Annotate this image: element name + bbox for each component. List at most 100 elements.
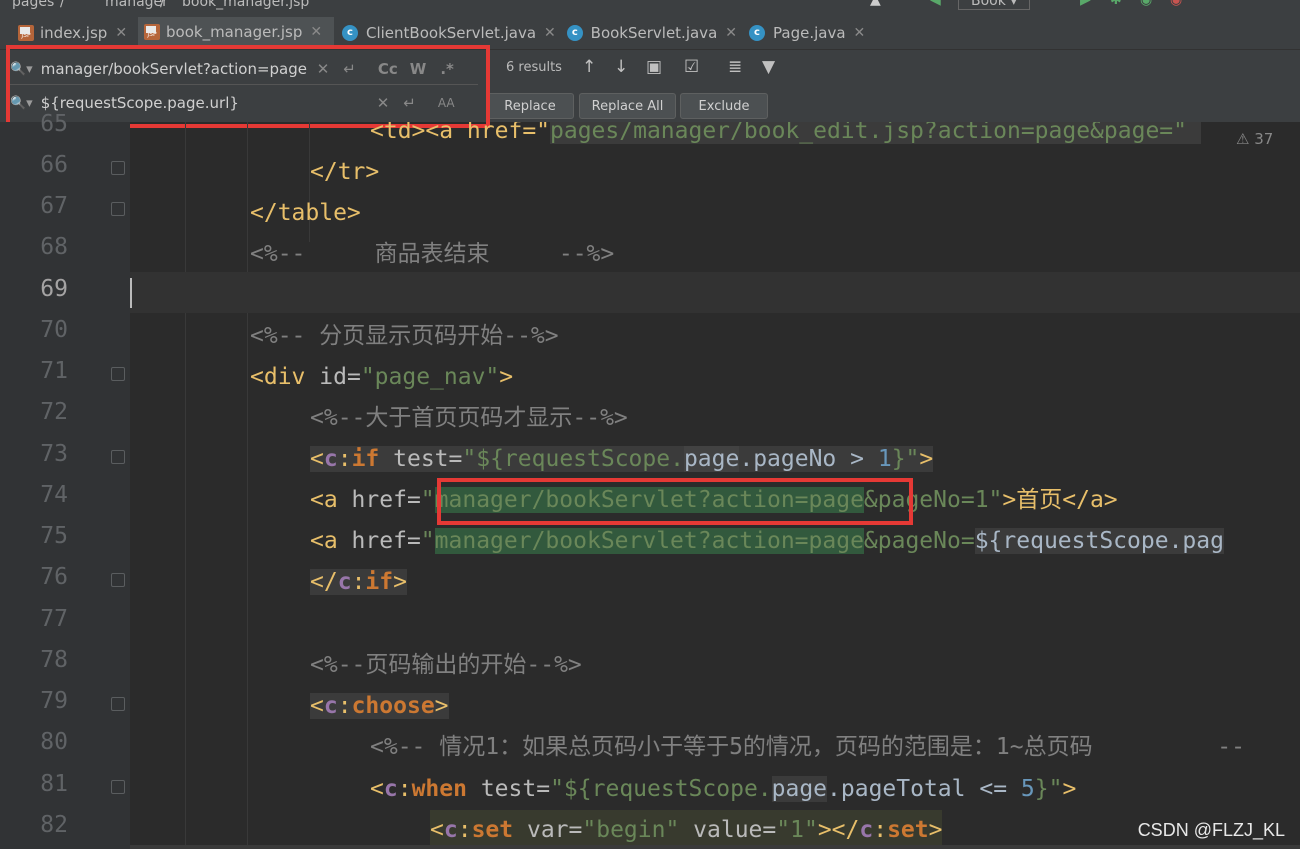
code-token: "${requestScope. (550, 776, 772, 802)
code-token: page (683, 446, 740, 472)
code-line-72: <%--大于首页页码才显示--%> (310, 405, 628, 431)
run-icon[interactable]: ▶ (1080, 0, 1091, 8)
breadcrumb-item[interactable]: manager (105, 0, 168, 10)
code-line-67: </table> (250, 200, 361, 226)
tab-label: ClientBookServlet.java (366, 24, 537, 42)
code-token: pag (1182, 528, 1224, 554)
line-number: 65 (40, 111, 68, 137)
code-token: c (337, 569, 352, 595)
code-token: c (323, 446, 338, 472)
fold-marker-icon[interactable] (111, 780, 125, 794)
code-token: = (406, 528, 421, 554)
code-line-76: </c:if> (310, 562, 407, 603)
replace-button[interactable]: Replace (486, 93, 574, 119)
code-token: </ (310, 569, 338, 595)
code-token: > (393, 569, 407, 595)
breadcrumb-sep: / (160, 0, 165, 10)
line-number: 74 (40, 482, 68, 508)
match-highlight-box (437, 478, 913, 525)
fold-marker-icon[interactable] (111, 450, 125, 464)
line-number: 73 (40, 441, 68, 467)
code-token: }" (891, 446, 920, 472)
fold-marker-icon[interactable] (111, 697, 125, 711)
line-number: 68 (40, 234, 68, 260)
previous-occurrence-icon[interactable]: ↑ (582, 57, 596, 77)
line-number: 78 (40, 647, 68, 673)
close-icon[interactable]: ✕ (854, 25, 866, 41)
code-token: href (351, 528, 407, 554)
in-selection-icon[interactable]: ≣ (728, 57, 742, 77)
select-all-occurrences-icon[interactable]: ▣ (646, 57, 662, 77)
code-line-79: <c:choose> (310, 686, 449, 727)
line-number: 66 (40, 152, 68, 178)
search-match-highlight: manager/bookServlet?action=page (434, 528, 864, 554)
close-icon[interactable]: ✕ (725, 25, 737, 41)
code-token: test (379, 446, 449, 472)
breadcrumb: pages / manager / book_manager.jsp ▲ ◀ B… (0, 0, 1300, 17)
close-icon[interactable]: ✕ (115, 25, 127, 41)
code-token: "begin" (582, 817, 680, 843)
breadcrumb-item[interactable]: book_manager.jsp (182, 0, 309, 10)
next-occurrence-icon[interactable]: ↓ (614, 57, 628, 77)
back-arrow-icon[interactable]: ◀ (930, 0, 941, 8)
code-token: = (568, 817, 583, 843)
filter-search-results-icon[interactable]: ☑ (684, 57, 699, 77)
line-number: 77 (40, 606, 68, 632)
text-caret (130, 278, 132, 308)
code-token: <a (310, 487, 352, 513)
code-token: if (365, 569, 394, 595)
exclude-button[interactable]: Exclude (680, 93, 768, 119)
inspection-widget[interactable]: ⚠ 37 (1236, 130, 1273, 148)
user-icon[interactable]: ▲ (870, 0, 881, 8)
fold-marker-icon[interactable] (111, 202, 125, 216)
code-token: "1" (776, 817, 818, 843)
code-token: = (536, 776, 551, 802)
tab-label: Page.java (773, 24, 846, 42)
code-line-80: <%-- 情况1：如果总页码小于等于5的情况，页码的范围是：1~总页码 -- (370, 734, 1245, 760)
code-line-73: <c:if test="${requestScope.page.pageNo >… (310, 439, 934, 480)
code-line-71: <div id="page_nav"> (250, 357, 513, 398)
filter-icon[interactable]: ▼ (762, 57, 775, 77)
breadcrumb-item[interactable]: pages (12, 0, 54, 10)
code-token: > (919, 446, 934, 472)
code-token: >首页</a> (1002, 487, 1118, 513)
debug-icon[interactable]: ✱ (1110, 0, 1122, 8)
line-number: 71 (40, 358, 68, 384)
tab-label: index.jsp (40, 24, 108, 42)
code-token: : (337, 446, 352, 472)
code-line-66: </tr> (310, 159, 380, 185)
code-token: < (430, 817, 444, 843)
code-token: page (771, 776, 828, 802)
fold-marker-icon[interactable] (111, 573, 125, 587)
code-line-81: <c:when test="${requestScope.page.pageTo… (370, 769, 1076, 810)
line-number-gutter: 65 66 67 68 69 70 71 72 73 74 75 76 77 7… (0, 111, 130, 849)
replace-all-button[interactable]: Replace All (579, 93, 676, 119)
fold-marker-icon[interactable] (111, 161, 125, 175)
code-token: > (499, 364, 514, 390)
warning-count: 37 (1254, 130, 1274, 148)
line-number: 69 (40, 276, 68, 302)
code-token: <div (250, 364, 320, 390)
code-token: href (351, 487, 407, 513)
code-token: set (887, 817, 929, 843)
code-token: = (346, 364, 361, 390)
code-line-65: <td><a href="pages/manager/book_edit.jsp… (370, 122, 1201, 152)
code-token: c (383, 776, 398, 802)
indent-guide (247, 122, 248, 849)
coverage-icon[interactable]: ◉ (1140, 0, 1152, 8)
horizontal-scrollbar[interactable] (130, 845, 1300, 849)
code-token: = (762, 817, 777, 843)
java-class-icon: c (567, 25, 583, 41)
line-number: 76 (40, 564, 68, 590)
code-token: choose (351, 693, 435, 719)
close-icon[interactable]: ✕ (544, 25, 556, 41)
code-token: " (420, 528, 435, 554)
fold-marker-icon[interactable] (111, 367, 125, 381)
close-icon[interactable]: ✕ (310, 24, 322, 40)
profile-icon[interactable]: ◉ (1170, 0, 1182, 8)
tab-page-java[interactable]: c Page.java ✕ (749, 17, 869, 49)
code-token: " (420, 487, 435, 513)
tab-bookservlet-java[interactable]: c BookServlet.java ✕ (567, 17, 737, 49)
code-token: ${requestScope. (974, 528, 1183, 554)
run-config-dropdown[interactable]: Book ▾ (958, 0, 1031, 10)
